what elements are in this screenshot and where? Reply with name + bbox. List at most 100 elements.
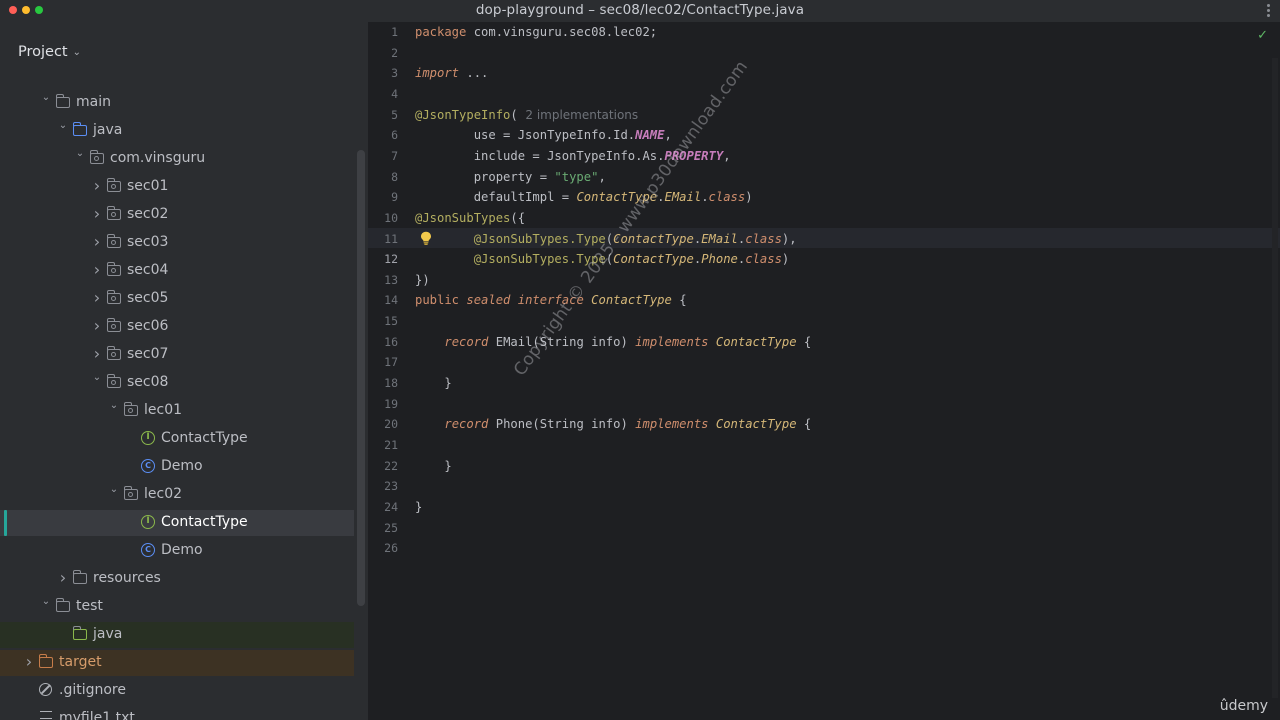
package-icon (106, 206, 122, 221)
tree-item[interactable]: .gitignore (0, 678, 354, 704)
code-line[interactable]: }) (415, 270, 430, 290)
package-icon (106, 290, 122, 305)
tree-item[interactable]: › sec04 (0, 258, 354, 284)
tree-item[interactable]: ⌄ main (0, 90, 354, 116)
code-line[interactable]: @JsonTypeInfo( 2 implementations (415, 105, 638, 125)
tree-item[interactable]: › sec07 (0, 342, 354, 368)
tree-item[interactable]: ⌄ test (0, 594, 354, 620)
more-options-icon[interactable] (1267, 4, 1270, 18)
chevron-down-icon[interactable]: ⌄ (108, 398, 120, 414)
tree-item-label: ContactType (161, 430, 248, 446)
code-token: @JsonSubTypes.Type (415, 252, 606, 267)
tree-item[interactable]: ⌄ com.vinsguru (0, 146, 354, 172)
tree-item[interactable]: › sec03 (0, 230, 354, 256)
line-number: 15 (384, 314, 398, 329)
code-line[interactable]: property = "type", (415, 167, 606, 187)
chevron-right-icon[interactable]: › (91, 290, 103, 306)
title-bar: dop-playground – sec08/lec02/ContactType… (0, 0, 1280, 22)
tree-item[interactable]: I ContactType (0, 426, 354, 452)
code-line[interactable]: } (415, 456, 451, 476)
chevron-down-icon[interactable]: ⌄ (91, 370, 103, 386)
udemy-logo: ûdemy (1219, 698, 1268, 714)
code-line[interactable]: public sealed interface ContactType { (415, 290, 687, 310)
chevron-down-icon[interactable]: ⌄ (40, 90, 52, 106)
chevron-down-icon[interactable]: ⌄ (74, 146, 86, 162)
code-token: include = JsonTypeInfo.As. (415, 148, 665, 163)
sidebar-scrollbar[interactable] (357, 150, 365, 606)
code-line[interactable]: import ... (415, 63, 488, 83)
line-number: 7 (391, 148, 398, 163)
chevron-right-icon[interactable]: › (91, 346, 103, 362)
tree-item-label: java (93, 122, 123, 138)
tree-item[interactable]: ⌄ sec08 (0, 370, 354, 396)
class-icon: C (141, 459, 156, 473)
code-token: Phone (701, 252, 738, 267)
chevron-down-icon[interactable]: ⌄ (108, 482, 120, 498)
tree-item[interactable]: › target (0, 650, 354, 676)
code-token: , (723, 148, 731, 163)
tree-item[interactable]: ⌄ java (0, 118, 354, 144)
code-token: com.vinsguru.sec08.lec02; (466, 25, 658, 39)
tree-item[interactable]: › sec05 (0, 286, 354, 312)
line-number: 11 (384, 231, 398, 246)
code-line[interactable]: record EMail(String info) implements Con… (415, 332, 811, 352)
code-token: ({ (510, 210, 526, 225)
chevron-down-icon[interactable]: ⌄ (40, 594, 52, 610)
tree-item-label: com.vinsguru (110, 150, 206, 166)
code-token: Phone(String info) (488, 417, 636, 432)
tree-item[interactable]: ⌄ lec02 (0, 482, 354, 508)
project-view-selector[interactable]: Project ⌄ (18, 44, 81, 60)
code-token: } (415, 499, 423, 514)
tree-item[interactable]: I ContactType (0, 510, 354, 536)
folder-icon (55, 598, 71, 613)
code-token: ( (510, 107, 518, 122)
chevron-right-icon[interactable]: › (91, 234, 103, 250)
tree-item[interactable]: ⌄ lec01 (0, 398, 354, 424)
code-line[interactable]: } (415, 373, 451, 393)
chevron-right-icon[interactable]: › (91, 262, 103, 278)
code-token: ... (459, 66, 489, 81)
chevron-right-icon[interactable]: › (91, 178, 103, 194)
tree-item[interactable]: java (0, 622, 354, 648)
code-token: EMail (664, 190, 702, 205)
code-token: implements (635, 417, 709, 432)
chevron-right-icon[interactable]: › (91, 318, 103, 334)
no-problems-check-icon[interactable]: ✓ (1257, 28, 1268, 43)
editor-scrollbar[interactable] (1272, 58, 1278, 698)
tree-item[interactable]: myfile1.txt (0, 706, 354, 720)
line-number: 1 (391, 25, 398, 39)
chevron-right-icon[interactable]: › (91, 206, 103, 222)
package-icon (89, 150, 105, 165)
tree-item[interactable]: › sec06 (0, 314, 354, 340)
inlay-hint: 2 implementations (517, 107, 639, 122)
source-folder-icon (72, 122, 88, 137)
test-folder-icon (72, 626, 88, 641)
tree-item[interactable]: C Demo (0, 538, 354, 564)
line-number: 14 (384, 293, 398, 308)
code-line[interactable]: package com.vinsguru.sec08.lec02; (415, 22, 657, 42)
code-line[interactable]: } (415, 497, 422, 517)
code-token: }) (415, 272, 430, 287)
code-line[interactable]: record Phone(String info) implements Con… (415, 414, 811, 434)
code-editor[interactable]: 1 2 3 4 5 6 7 8 9 10 11 12 13 14 15 16 17 18 19 20 21 22 23 24 2… (368, 22, 1280, 720)
chevron-right-icon[interactable]: › (23, 654, 35, 670)
tree-item[interactable]: › sec02 (0, 202, 354, 228)
line-number: 10 (384, 210, 398, 225)
chevron-down-icon[interactable]: ⌄ (57, 118, 69, 134)
tree-item-label: target (59, 654, 102, 670)
selection-marker (4, 510, 7, 536)
tree-item-label: main (76, 94, 111, 110)
code-line[interactable]: @JsonSubTypes({ (415, 208, 525, 228)
chevron-right-icon[interactable]: › (57, 570, 69, 586)
tree-item[interactable]: › sec01 (0, 174, 354, 200)
tree-item[interactable]: › resources (0, 566, 354, 592)
line-number: 18 (384, 376, 398, 391)
code-token: , (598, 169, 606, 184)
tree-item-label: sec04 (127, 262, 169, 278)
code-token: class (708, 190, 746, 205)
code-line[interactable]: defaultImpl = ContactType.EMail.class) (415, 187, 753, 207)
code-line[interactable]: use = JsonTypeInfo.Id.NAME, (415, 125, 672, 145)
tree-item[interactable]: C Demo (0, 454, 354, 480)
